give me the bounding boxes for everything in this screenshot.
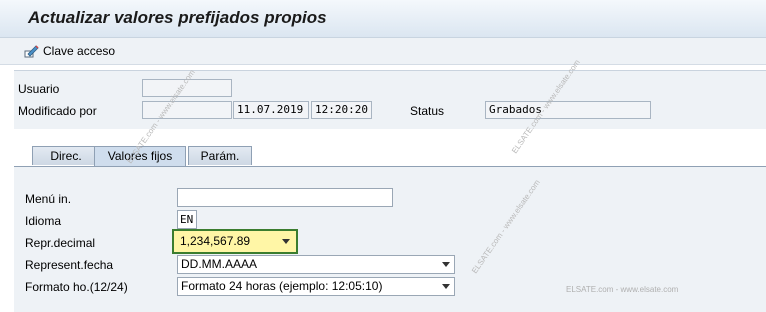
date-field: 11.07.2019 [233, 101, 309, 119]
page-title: Actualizar valores prefijados propios [28, 8, 327, 27]
chevron-down-icon [442, 262, 450, 267]
pencil-key-icon [24, 44, 40, 58]
application-toolbar: Clave acceso [0, 38, 766, 65]
repr-decimal-dropdown[interactable]: 1,234,567.89 [172, 229, 298, 254]
chevron-down-icon [282, 239, 290, 244]
repr-decimal-label: Repr.decimal [25, 236, 96, 250]
idioma-label: Idioma [25, 214, 62, 228]
menu-inicial-input[interactable] [177, 188, 393, 207]
clave-acceso-label: Clave acceso [43, 44, 116, 58]
represent-fecha-label: Represent.fecha [25, 258, 114, 272]
time-field: 12:20:20 [311, 101, 372, 119]
idioma-input[interactable]: EN [177, 210, 197, 229]
formato-hora-value: Formato 24 horas (ejemplo: 12:05:10) [181, 279, 383, 293]
status-label: Status [410, 104, 445, 118]
header-area [14, 70, 766, 129]
represent-fecha-value: DD.MM.AAAA [181, 257, 258, 271]
title-bar: Actualizar valores prefijados propios [0, 0, 766, 38]
formato-hora-dropdown[interactable]: Formato 24 horas (ejemplo: 12:05:10) [177, 277, 455, 296]
watermark: ELSATE.com - www.elsate.com [566, 285, 679, 294]
status-field: Grabados [485, 101, 651, 119]
modificado-por-label: Modificado por [18, 104, 97, 118]
chevron-down-icon [442, 284, 450, 289]
tab-direc[interactable]: Direc. [32, 146, 100, 165]
tab-param[interactable]: Parám. [188, 146, 252, 165]
formato-hora-label: Formato ho.(12/24) [25, 280, 128, 294]
represent-fecha-dropdown[interactable]: DD.MM.AAAA [177, 255, 455, 274]
usuario-label: Usuario [18, 82, 60, 96]
repr-decimal-value: 1,234,567.89 [180, 234, 251, 248]
menu-inicial-label: Menú in. [25, 192, 72, 206]
clave-acceso-button[interactable]: Clave acceso [24, 42, 115, 60]
